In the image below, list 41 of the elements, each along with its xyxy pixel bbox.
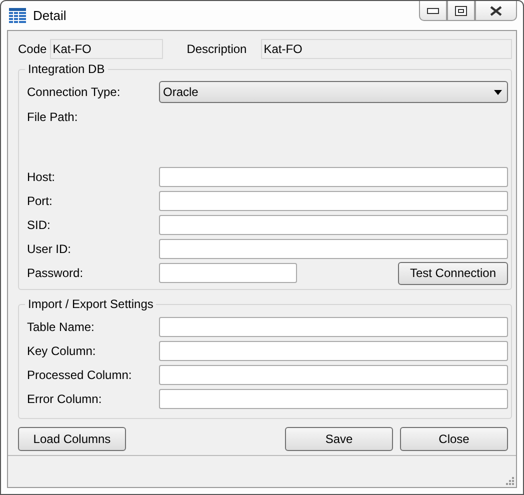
field-label: User ID:: [27, 242, 72, 256]
input-field[interactable]: [159, 389, 508, 409]
dialog-button[interactable]: Close: [400, 427, 508, 451]
maximize-icon: [455, 6, 467, 16]
resize-grip-icon: [505, 476, 514, 485]
input-field[interactable]: [159, 215, 508, 235]
input-field[interactable]: [159, 317, 508, 337]
close-icon: [490, 6, 502, 16]
field-label: Table Name:: [27, 320, 96, 334]
caret-icon: [494, 90, 502, 94]
field-label: Host:: [27, 170, 56, 184]
close-button[interactable]: [475, 1, 517, 21]
test-connection-button[interactable]: Test Connection: [398, 262, 508, 284]
dialog-button[interactable]: Save: [285, 427, 393, 451]
window-title: Detail: [33, 8, 66, 23]
maximize-button[interactable]: [447, 1, 475, 21]
minimize-icon: [427, 8, 439, 14]
input-field[interactable]: [159, 341, 508, 361]
input-field[interactable]: [159, 239, 508, 259]
grid-icon: [9, 8, 26, 23]
code-field[interactable]: Kat-FO: [50, 39, 163, 59]
code-label: Code: [18, 42, 47, 56]
field-label: Password:: [27, 266, 84, 280]
field-label: Processed Column:: [27, 368, 133, 382]
minimize-button[interactable]: [419, 1, 447, 21]
field-label: Key Column:: [27, 344, 97, 358]
description-label: Description: [186, 42, 247, 56]
description-field[interactable]: Kat-FO: [260, 39, 512, 59]
field-label: File Path:: [27, 110, 78, 124]
group-title: Import / Export Settings: [25, 297, 156, 311]
load-columns-button[interactable]: Load Columns: [18, 427, 126, 451]
field-label: Connection Type:: [27, 85, 122, 99]
field-label: Error Column:: [27, 392, 103, 406]
input-field[interactable]: [159, 191, 508, 211]
connection-type-dropdown[interactable]: Oracle: [159, 81, 508, 103]
input-field[interactable]: [159, 263, 297, 283]
field-label: SID:: [27, 218, 52, 232]
input-field[interactable]: [159, 365, 508, 385]
group-title: Integration DB: [25, 62, 108, 76]
field-label: Port:: [27, 194, 54, 208]
input-field[interactable]: [159, 167, 508, 187]
